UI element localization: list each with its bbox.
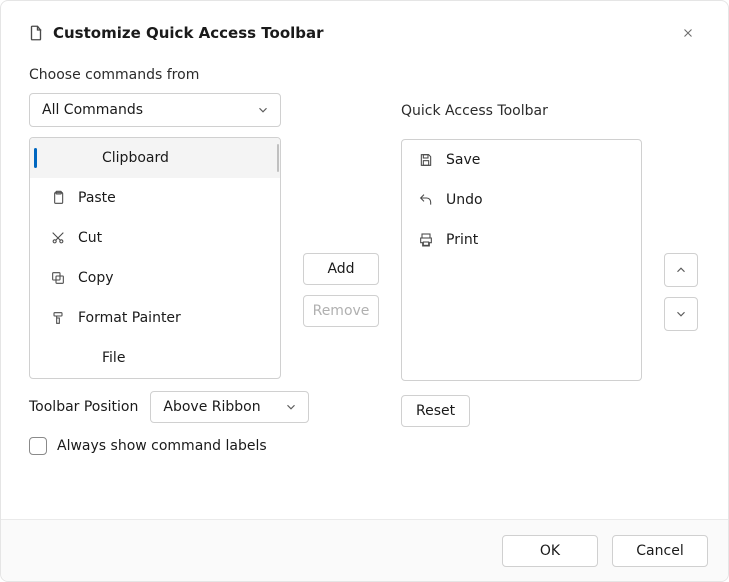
list-item-label: Save	[446, 152, 480, 168]
ok-button[interactable]: OK	[502, 535, 598, 567]
copy-icon	[50, 270, 66, 286]
move-down-button[interactable]	[664, 297, 698, 331]
cut-icon	[50, 230, 66, 246]
dialog-header: Customize Quick Access Toolbar	[1, 1, 728, 53]
document-icon	[27, 24, 45, 42]
choose-commands-label: Choose commands from	[29, 67, 281, 83]
undo-icon	[418, 192, 434, 208]
list-item[interactable]: Copy	[30, 258, 280, 298]
always-show-labels-row: Always show command labels	[29, 437, 281, 455]
close-button[interactable]	[674, 19, 702, 47]
chevron-down-icon	[256, 103, 270, 117]
list-item-label: Undo	[446, 192, 483, 208]
cancel-button-label: Cancel	[636, 543, 683, 559]
remove-button-label: Remove	[313, 303, 370, 319]
list-item-label: Print	[446, 232, 478, 248]
list-item-label: Clipboard	[102, 150, 169, 166]
commands-column: Choose commands from All Commands Clipbo…	[29, 67, 281, 455]
qat-list[interactable]: Save Undo Print	[401, 139, 642, 381]
commands-category-select[interactable]: All Commands	[29, 93, 281, 127]
add-button-label: Add	[327, 261, 354, 277]
dialog-footer: OK Cancel	[1, 519, 728, 581]
customize-qat-dialog: Customize Quick Access Toolbar Choose co…	[0, 0, 729, 582]
available-commands-list[interactable]: Clipboard Paste	[29, 137, 281, 379]
qat-label: Quick Access Toolbar	[401, 103, 642, 119]
save-icon	[418, 152, 434, 168]
list-item-label: Cut	[78, 230, 102, 246]
paint-icon	[50, 310, 66, 326]
list-item-label: Format Painter	[78, 310, 181, 326]
transfer-buttons: Add Remove	[303, 253, 379, 327]
toolbar-position-value: Above Ribbon	[163, 399, 260, 415]
paste-icon	[50, 190, 66, 206]
list-item[interactable]: Cut	[30, 218, 280, 258]
dialog-title: Customize Quick Access Toolbar	[53, 24, 674, 42]
reorder-buttons	[664, 253, 700, 331]
reset-button[interactable]: Reset	[401, 395, 470, 427]
main-columns: Choose commands from All Commands Clipbo…	[29, 67, 700, 455]
reset-button-label: Reset	[416, 403, 455, 419]
always-show-labels-text: Always show command labels	[57, 438, 267, 454]
list-item[interactable]: Clipboard	[30, 138, 280, 178]
reset-row: Reset	[401, 395, 642, 427]
cancel-button[interactable]: Cancel	[612, 535, 708, 567]
toolbar-position-label: Toolbar Position	[29, 399, 138, 415]
list-item-label: Copy	[78, 270, 114, 286]
toolbar-position-select[interactable]: Above Ribbon	[150, 391, 309, 423]
list-item-label: File	[102, 350, 125, 366]
list-item[interactable]: Format Painter	[30, 298, 280, 338]
dialog-body: Choose commands from All Commands Clipbo…	[1, 53, 728, 519]
ok-button-label: OK	[540, 543, 560, 559]
remove-button[interactable]: Remove	[303, 295, 379, 327]
add-button[interactable]: Add	[303, 253, 379, 285]
chevron-up-icon	[674, 263, 688, 277]
qat-column: Quick Access Toolbar Save Undo	[401, 103, 642, 427]
chevron-down-icon	[284, 400, 298, 414]
list-item[interactable]: Paste	[30, 178, 280, 218]
chevron-down-icon	[674, 307, 688, 321]
move-up-button[interactable]	[664, 253, 698, 287]
list-item[interactable]: Save	[402, 140, 641, 180]
always-show-labels-checkbox[interactable]	[29, 437, 47, 455]
print-icon	[418, 232, 434, 248]
list-item-label: Paste	[78, 190, 116, 206]
commands-category-value: All Commands	[42, 102, 143, 118]
scrollbar-thumb[interactable]	[277, 144, 279, 172]
list-item[interactable]: File	[30, 338, 280, 378]
list-item[interactable]: Undo	[402, 180, 641, 220]
list-item[interactable]: Print	[402, 220, 641, 260]
toolbar-position-row: Toolbar Position Above Ribbon	[29, 391, 309, 423]
